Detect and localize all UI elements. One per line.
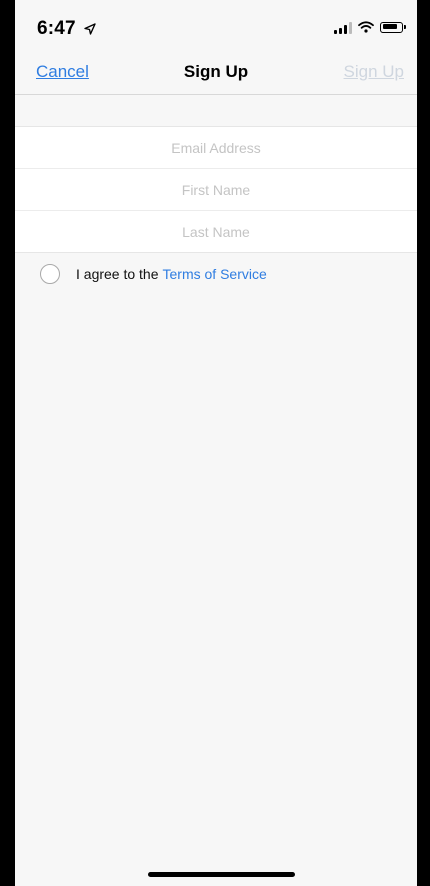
status-time-group: 6:47 — [37, 18, 97, 40]
terms-agreement: I agree to the Terms of Service — [40, 264, 267, 284]
first-name-field[interactable] — [15, 180, 417, 199]
email-field[interactable] — [15, 138, 417, 157]
status-bar: 6:47 — [15, 0, 417, 52]
terms-checkbox[interactable] — [40, 264, 60, 284]
last-name-row — [15, 211, 417, 252]
status-icons — [334, 19, 406, 35]
nav-bar: Cancel Sign Up Sign Up — [15, 52, 417, 95]
signal-icon — [334, 21, 352, 34]
location-arrow-icon — [84, 23, 97, 35]
terms-agreement-label: I agree to the — [76, 266, 159, 282]
sign-up-button[interactable]: Sign Up — [344, 62, 404, 82]
status-time: 6:47 — [37, 18, 76, 39]
email-row — [15, 127, 417, 169]
first-name-row — [15, 169, 417, 211]
wifi-icon — [358, 21, 374, 33]
phone-screen: 6:47 Cancel Sign Up Sign Up Email Addres… — [15, 0, 417, 886]
battery-icon — [380, 21, 406, 33]
home-indicator[interactable] — [148, 872, 295, 877]
terms-of-service-link[interactable]: Terms of Service — [163, 266, 267, 282]
sign-up-form — [15, 126, 417, 253]
last-name-field[interactable] — [15, 222, 417, 241]
